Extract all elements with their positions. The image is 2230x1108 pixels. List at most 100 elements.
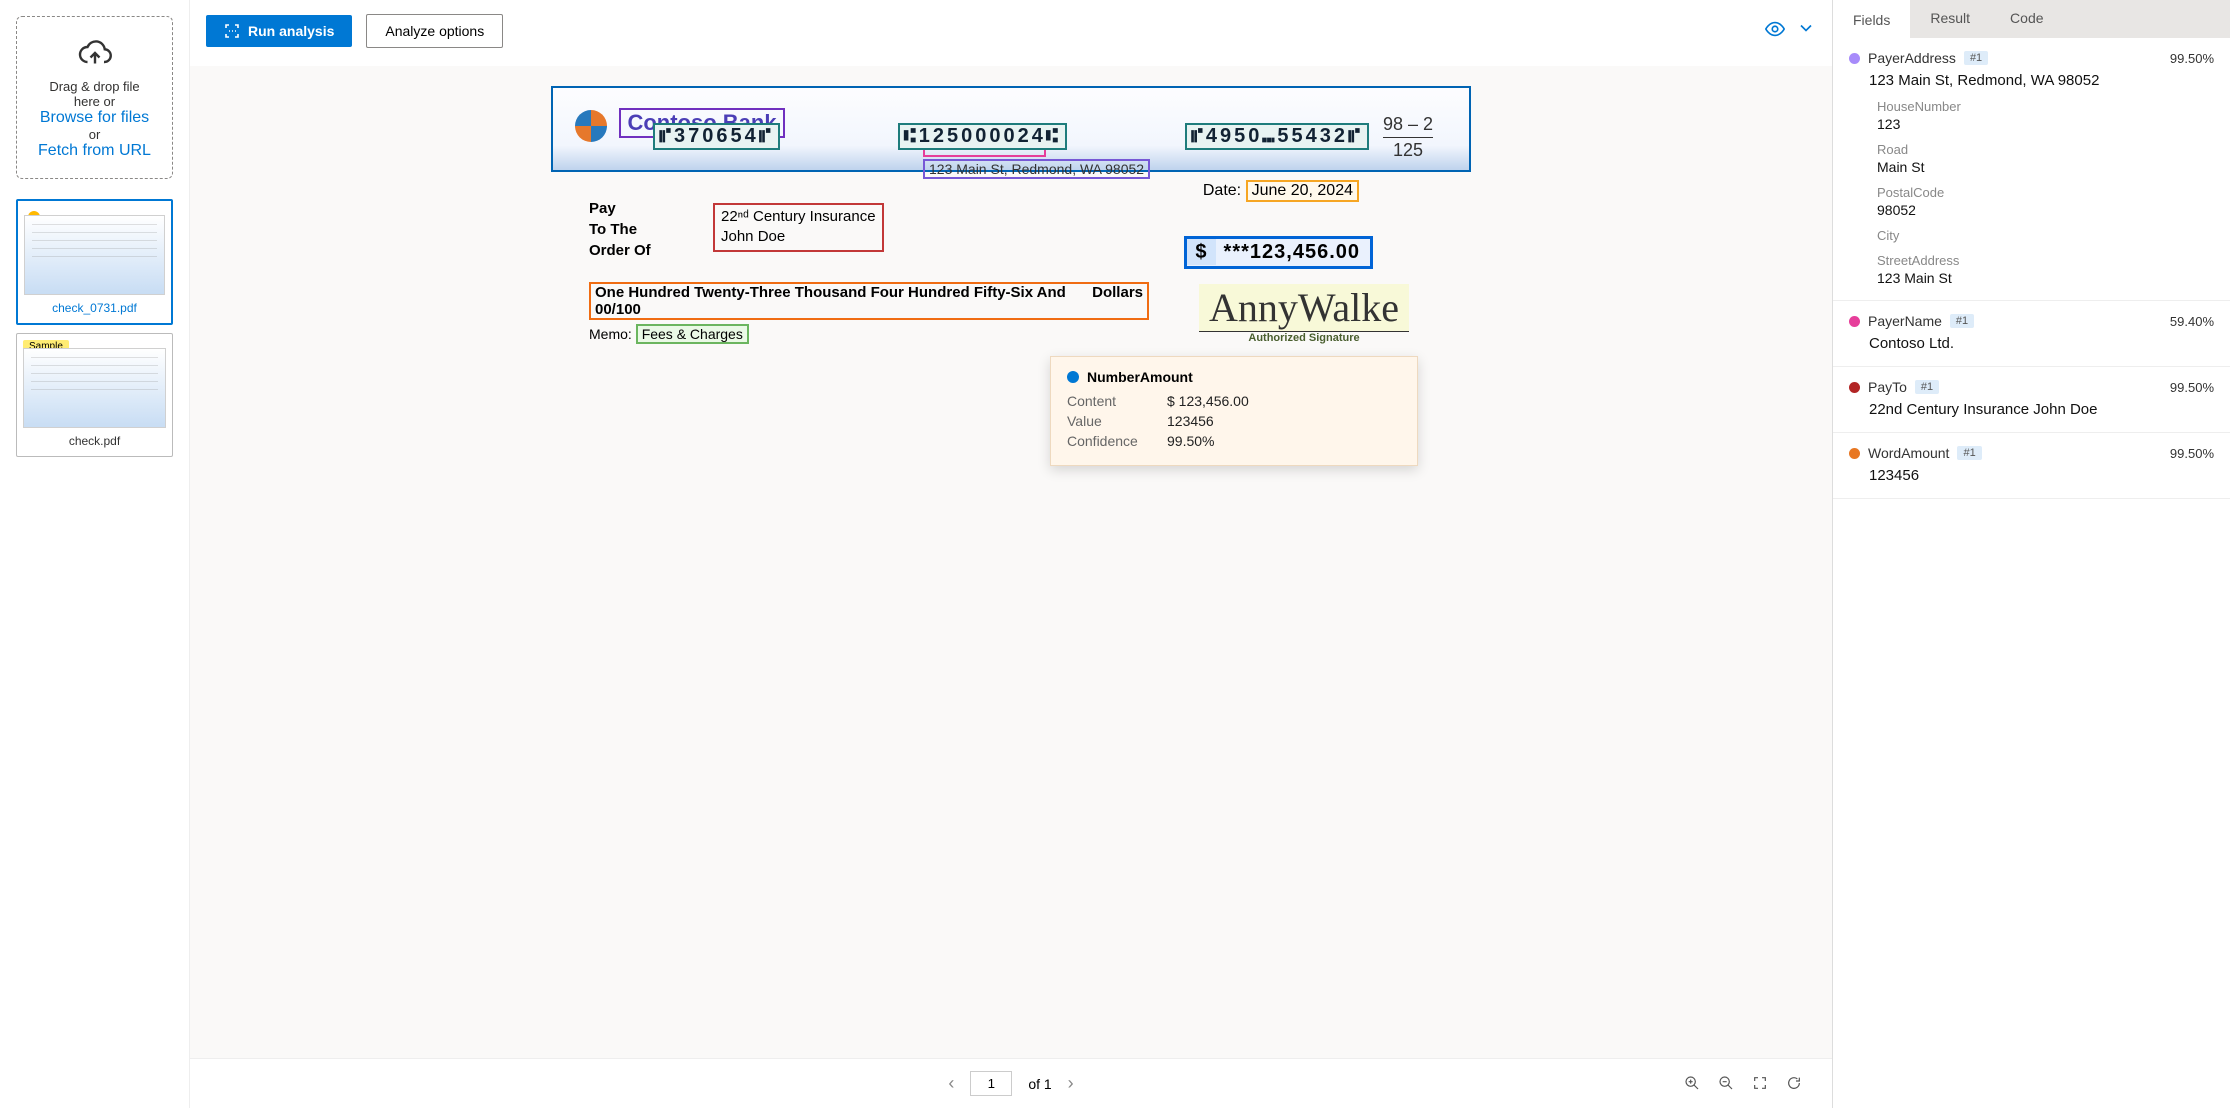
page-input[interactable] [970, 1071, 1012, 1096]
zoom-out-icon[interactable] [1718, 1075, 1734, 1093]
field-item[interactable]: PayerName #1 59.40% Contoso Ltd. [1833, 301, 2230, 367]
eye-icon[interactable] [1764, 18, 1786, 45]
chevron-down-icon[interactable] [1796, 18, 1816, 45]
thumbnail-label: check.pdf [23, 428, 166, 450]
tooltip-row: Value 123456 [1067, 413, 1401, 429]
tooltip-value: 123456 [1167, 413, 1214, 429]
field-value: 123 Main St, Redmond, WA 98052 [1849, 72, 2214, 89]
thumbnail-active[interactable]: check_0731.pdf [16, 199, 173, 325]
field-box-micr-check[interactable]: ⑈370654⑈ [653, 123, 780, 150]
thumbnail-sample[interactable]: Sample check.pdf [16, 333, 173, 457]
subfield: City [1849, 228, 2214, 243]
upload-cloud-icon [27, 35, 162, 71]
field-index-badge: #1 [1957, 446, 1981, 460]
field-item[interactable]: PayTo #1 99.50% 22nd Century Insurance J… [1833, 367, 2230, 433]
field-confidence: 99.50% [2170, 446, 2214, 461]
field-box-payto[interactable]: 22ⁿᵈ Century Insurance John Doe [713, 203, 884, 252]
tab-result[interactable]: Result [1910, 0, 1990, 38]
file-dropzone[interactable]: Drag & drop file here or Browse for file… [16, 16, 173, 179]
tooltip-value: 99.50% [1167, 433, 1214, 449]
subfield-label: StreetAddress [1877, 253, 2214, 268]
fields-list[interactable]: PayerAddress #1 99.50% 123 Main St, Redm… [1833, 38, 2230, 1108]
field-name: PayTo [1868, 379, 1907, 395]
subfield-label: Road [1877, 142, 2214, 157]
subfield-label: PostalCode [1877, 185, 2214, 200]
zoom-in-icon[interactable] [1684, 1075, 1700, 1093]
tooltip-value: $ 123,456.00 [1167, 393, 1249, 409]
tooltip-row: Content $ 123,456.00 [1067, 393, 1401, 409]
field-index-badge: #1 [1915, 380, 1939, 394]
subfield-value: 98052 [1877, 202, 2214, 218]
tooltip-key: Confidence [1067, 433, 1167, 449]
dollar-sign: $ [1187, 239, 1215, 265]
dropzone-line1: Drag & drop file [27, 79, 162, 94]
field-color-dot-icon [1849, 53, 1860, 64]
fit-icon[interactable] [1752, 1075, 1768, 1093]
field-color-dot-icon [1849, 382, 1860, 393]
subfield: StreetAddress 123 Main St [1849, 253, 2214, 286]
tooltip-dot-icon [1067, 371, 1079, 383]
thumbnail-label: check_0731.pdf [24, 295, 165, 317]
tab-fields[interactable]: Fields [1833, 0, 1910, 38]
scan-icon [224, 23, 240, 39]
tooltip-key: Value [1067, 413, 1167, 429]
next-page-button[interactable]: › [1068, 1073, 1074, 1094]
subfield-label: City [1877, 228, 2214, 243]
field-box-date[interactable]: June 20, 2024 [1246, 180, 1359, 202]
field-item[interactable]: WordAmount #1 99.50% 123456 [1833, 433, 2230, 499]
subfield-value: 123 Main St [1877, 270, 2214, 286]
routing-fraction: 98 – 2 125 [1383, 114, 1433, 161]
field-box-number-amount[interactable]: $***123,456.00 [1184, 236, 1373, 269]
page-of-label: of 1 [1028, 1076, 1051, 1092]
field-item[interactable]: PayerAddress #1 99.50% 123 Main St, Redm… [1833, 38, 2230, 301]
analyze-options-button[interactable]: Analyze options [366, 14, 503, 48]
right-panel: Fields Result Code PayerAddress #1 99.50… [1832, 0, 2230, 1108]
field-color-dot-icon [1849, 448, 1860, 459]
field-name: PayerName [1868, 313, 1942, 329]
field-name: WordAmount [1868, 445, 1949, 461]
document-canvas[interactable]: Contoso Bank Contoso Ltd. 123 Main St, R… [190, 66, 1832, 1058]
field-box-micr-routing[interactable]: ⑆125000024⑆ [898, 123, 1067, 150]
dropzone-or: or [27, 127, 162, 142]
field-value: Contoso Ltd. [1849, 335, 2214, 352]
dropzone-line2: here or [27, 94, 162, 109]
date-line: Date: June 20, 2024 [1203, 180, 1359, 202]
payto-label: Pay To The Order Of [589, 198, 651, 261]
subfield: Road Main St [1849, 142, 2214, 175]
field-index-badge: #1 [1964, 51, 1988, 65]
prev-page-button[interactable]: ‹ [948, 1073, 954, 1094]
bank-logo-icon [575, 110, 607, 142]
run-analysis-button[interactable]: Run analysis [206, 15, 352, 47]
signature-image: AnnyWalke [1199, 284, 1409, 332]
signature-block: AnnyWalke Authorized Signature [1199, 284, 1409, 344]
fetch-url-link[interactable]: Fetch from URL [38, 142, 151, 159]
thumbnail-preview [24, 215, 165, 295]
subfield-value: 123 [1877, 116, 2214, 132]
field-confidence: 99.50% [2170, 380, 2214, 395]
tooltip-key: Content [1067, 393, 1167, 409]
subfield: HouseNumber 123 [1849, 99, 2214, 132]
field-box-micr-account[interactable]: ⑈4950⑉55432⑈ [1185, 123, 1369, 150]
subfield: PostalCode 98052 [1849, 185, 2214, 218]
field-color-dot-icon [1849, 316, 1860, 327]
field-value: 123456 [1849, 467, 2214, 484]
result-tabs: Fields Result Code [1833, 0, 2230, 38]
tab-code[interactable]: Code [1990, 0, 2063, 38]
subfield-label: HouseNumber [1877, 99, 2214, 114]
field-box-memo[interactable]: Fees & Charges [636, 324, 749, 344]
field-box-word-amount[interactable]: One Hundred Twenty-Three Thousand Four H… [589, 282, 1149, 320]
canvas-tools [1684, 1075, 1802, 1093]
toolbar-right [1764, 18, 1816, 45]
browse-files-link[interactable]: Browse for files [40, 109, 149, 126]
tooltip-row: Confidence 99.50% [1067, 433, 1401, 449]
field-confidence: 99.50% [2170, 51, 2214, 66]
pager: ‹ of 1 › [190, 1058, 1832, 1108]
main-panel: Run analysis Analyze options Contoso Ban… [190, 0, 1832, 1108]
field-index-badge: #1 [1950, 314, 1974, 328]
memo-line: Memo: Fees & Charges [589, 326, 749, 342]
left-panel: Drag & drop file here or Browse for file… [0, 0, 190, 1108]
rotate-icon[interactable] [1786, 1075, 1802, 1093]
thumbnail-preview [23, 348, 166, 428]
field-box-payer-address[interactable]: 123 Main St, Redmond, WA 98052 [923, 159, 1150, 179]
check-document: Contoso Bank Contoso Ltd. 123 Main St, R… [551, 86, 1471, 172]
